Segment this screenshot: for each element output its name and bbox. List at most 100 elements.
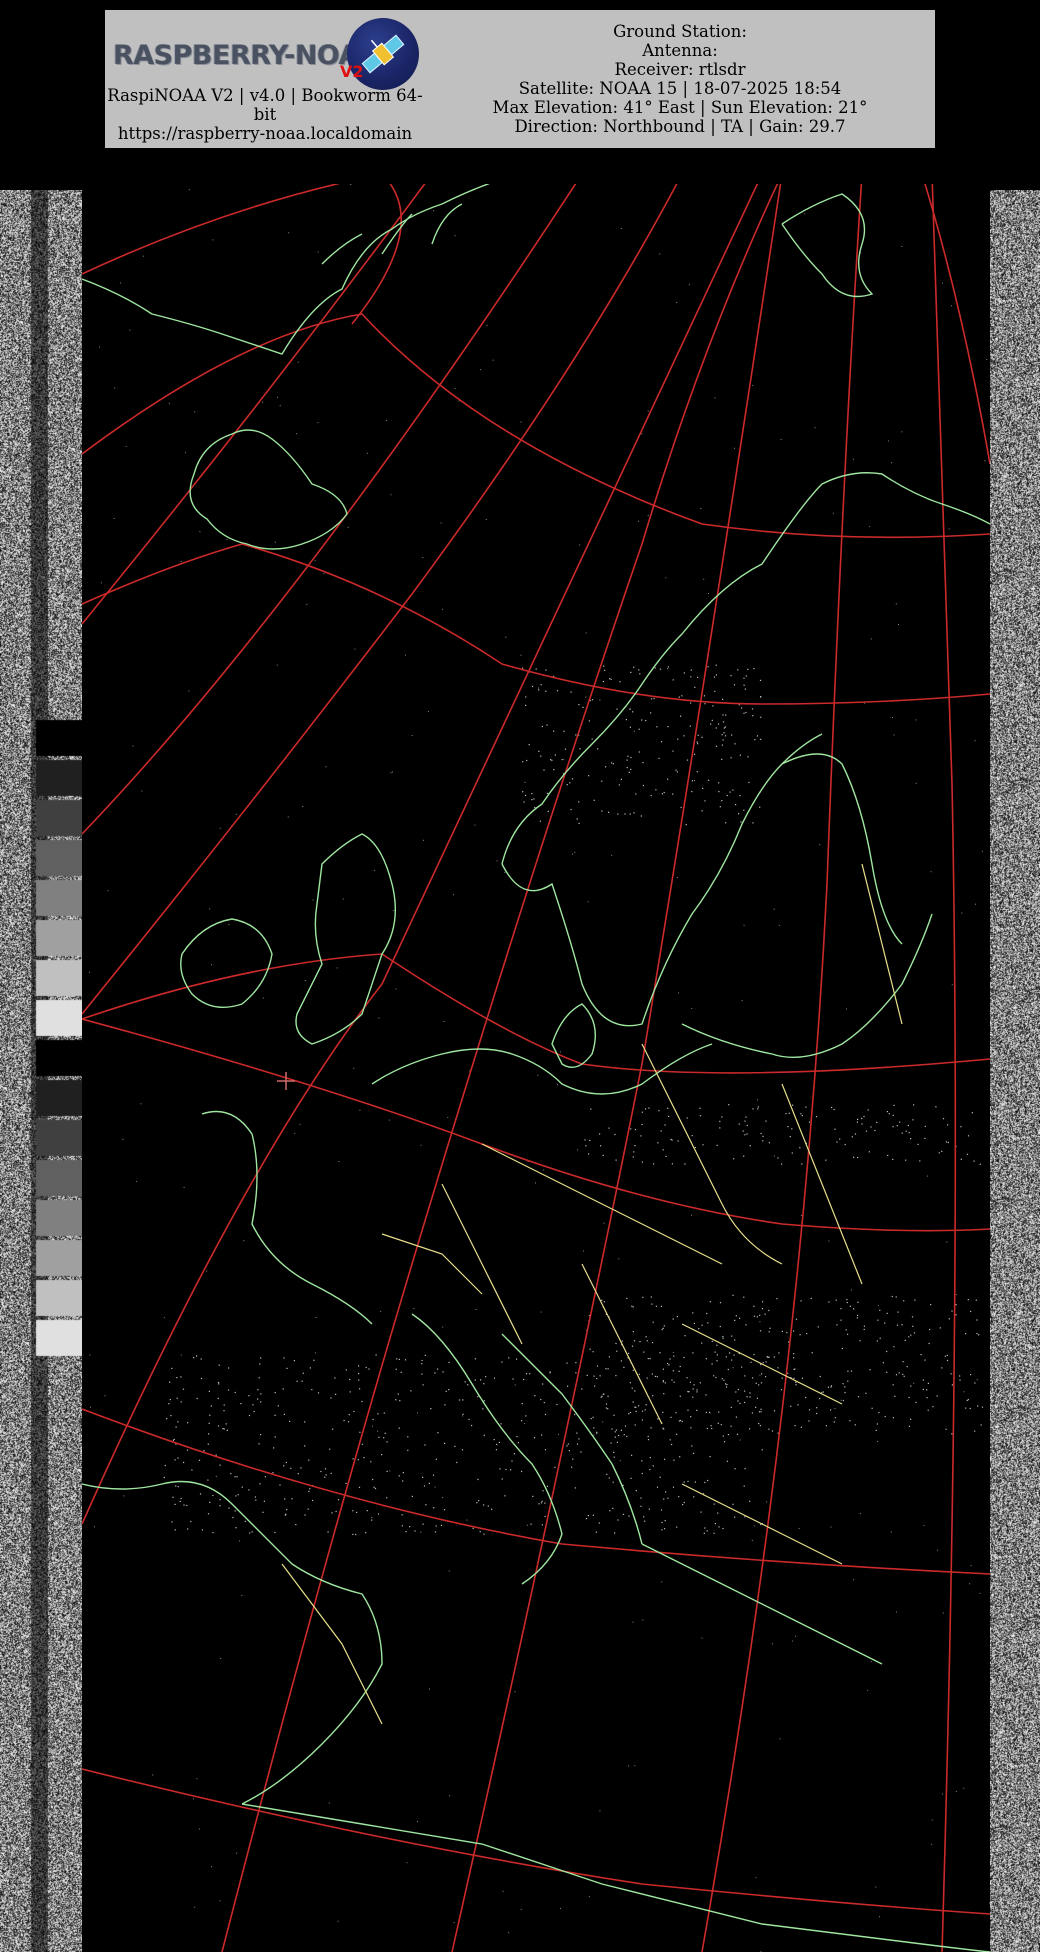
- noise-speck: [207, 1513, 210, 1515]
- noise-speck: [422, 1476, 424, 1478]
- noise-speck: [287, 816, 289, 818]
- noise-speck: [653, 1163, 655, 1165]
- noise-speck: [830, 1385, 833, 1387]
- noise-speck: [752, 822, 754, 824]
- noise-speck: [908, 1336, 910, 1338]
- noise-speck: [227, 1389, 230, 1391]
- noise-speck: [781, 1163, 783, 1165]
- noise-speck: [644, 1108, 647, 1110]
- noise-speck: [828, 1301, 830, 1303]
- noise-speck: [641, 1161, 643, 1163]
- noise-speck: [664, 1520, 666, 1522]
- noise-speck: [976, 1319, 978, 1321]
- noise-speck: [614, 1133, 616, 1136]
- noise-speck: [505, 1468, 507, 1471]
- noise-speck: [800, 1426, 802, 1428]
- noise-speck: [735, 1315, 737, 1317]
- noise-speck: [456, 1461, 458, 1464]
- noise-speck: [699, 1115, 702, 1117]
- noise-speck: [647, 1435, 649, 1438]
- noise-speck: [690, 1427, 692, 1429]
- noise-speck: [963, 1787, 965, 1789]
- noise-speck: [644, 1520, 646, 1522]
- noise-speck: [309, 1488, 311, 1490]
- noise-speck: [230, 1473, 232, 1475]
- noise-speck: [745, 711, 747, 714]
- noise-speck: [715, 727, 717, 729]
- noise-speck: [743, 1296, 745, 1298]
- noise-speck: [673, 1355, 675, 1357]
- noise-speck: [929, 1328, 931, 1331]
- noise-speck: [632, 711, 634, 713]
- noise-speck: [624, 813, 626, 815]
- noise-speck: [397, 1393, 399, 1395]
- noise-speck: [951, 1384, 953, 1386]
- noise-speck: [726, 1384, 728, 1386]
- noise-speck: [800, 1214, 802, 1216]
- noise-speck: [629, 726, 631, 728]
- noise-speck: [483, 1434, 485, 1436]
- noise-speck: [638, 728, 640, 730]
- noise-speck: [908, 1396, 910, 1399]
- noise-speck: [447, 1116, 449, 1118]
- noise-speck: [690, 1416, 692, 1418]
- noise-speck: [703, 1532, 705, 1534]
- noise-speck: [249, 1532, 251, 1534]
- noise-speck: [585, 632, 587, 634]
- noise-speck: [207, 1479, 209, 1481]
- noise-speck: [302, 1372, 304, 1374]
- noise-speck: [694, 1481, 696, 1483]
- noise-speck: [586, 1374, 588, 1376]
- noise-speck: [543, 769, 545, 771]
- noise-speck: [749, 1145, 751, 1147]
- noise-speck: [409, 1526, 411, 1528]
- noise-speck: [762, 1135, 764, 1137]
- noise-speck: [675, 769, 677, 771]
- noise-speck: [989, 785, 990, 787]
- noise-speck: [208, 1390, 210, 1392]
- noise-speck: [609, 1510, 611, 1512]
- antenna-label: Antenna:: [642, 41, 718, 60]
- noise-speck: [703, 695, 706, 697]
- noise-speck: [882, 1362, 884, 1364]
- noise-speck: [893, 734, 895, 736]
- noise-speck: [531, 799, 533, 801]
- noise-speck: [756, 1316, 758, 1318]
- noise-speck: [955, 1294, 957, 1296]
- noise-speck: [480, 1379, 482, 1381]
- noise-speck: [819, 1398, 821, 1400]
- noise-speck: [186, 1504, 188, 1507]
- noise-speck: [662, 1368, 664, 1370]
- noise-speck: [336, 967, 338, 969]
- noise-speck: [254, 1496, 256, 1498]
- noise-speck: [632, 1369, 634, 1371]
- noise-speck: [650, 698, 653, 700]
- noise-speck: [830, 1386, 832, 1388]
- noise-speck: [461, 1449, 464, 1451]
- noise-speck: [819, 1375, 821, 1378]
- noise-speck: [896, 1125, 898, 1127]
- noise-speck: [648, 1508, 650, 1510]
- noise-speck: [535, 1182, 536, 1184]
- noise-speck: [223, 1410, 225, 1412]
- noise-speck: [539, 820, 541, 822]
- noise-speck: [777, 1367, 779, 1369]
- noise-speck: [349, 1378, 351, 1381]
- noise-speck: [578, 704, 580, 706]
- noise-speck: [198, 1459, 201, 1461]
- noise-speck: [671, 1379, 673, 1381]
- noise-speck: [442, 1497, 444, 1499]
- noise-speck: [522, 667, 524, 669]
- noise-speck: [850, 1370, 853, 1372]
- noise-speck: [758, 1423, 760, 1425]
- noise-speck: [830, 1526, 832, 1528]
- noise-speck: [239, 1540, 240, 1542]
- border-line: [681, 1483, 843, 1565]
- noise-speck: [901, 431, 903, 433]
- noise-speck: [808, 1420, 810, 1422]
- noise-speck: [755, 1877, 757, 1879]
- noise-speck: [638, 520, 639, 522]
- noise-speck: [827, 1386, 829, 1388]
- noise-speck: [525, 696, 527, 698]
- noise-speck: [421, 1363, 423, 1365]
